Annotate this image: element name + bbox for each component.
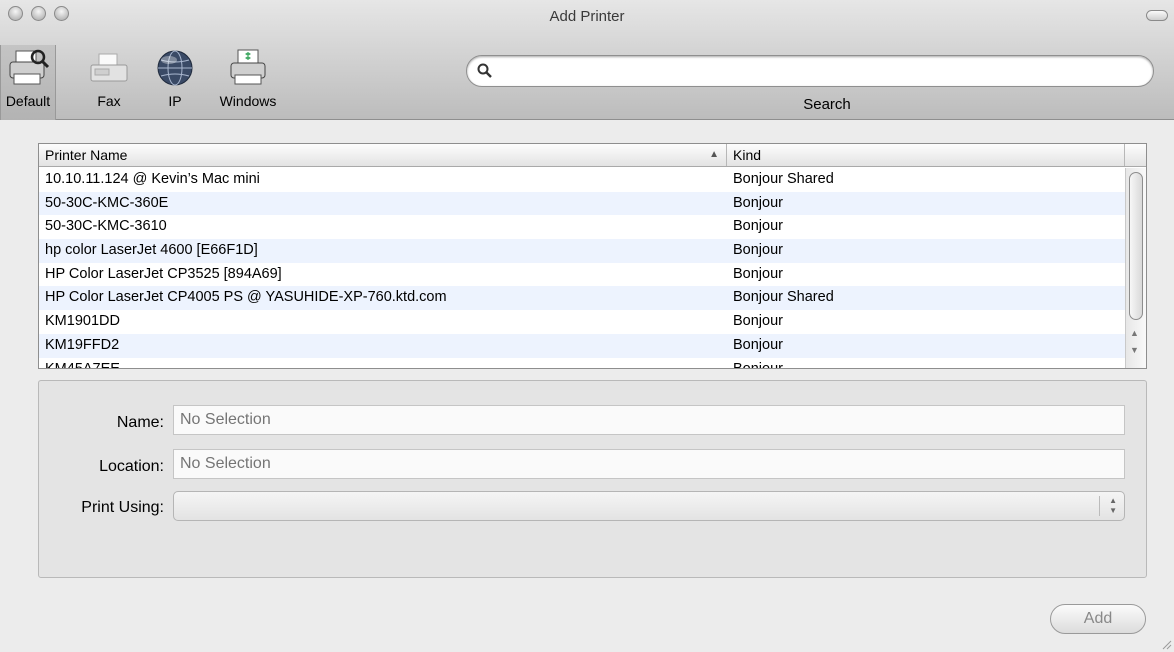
location-label: Location: bbox=[99, 458, 164, 475]
toolbar-ip-button[interactable]: IP bbox=[150, 45, 200, 109]
table-row[interactable]: KM45A7EE Bonjour bbox=[39, 358, 1125, 369]
sort-ascending-icon: ▲ bbox=[709, 149, 719, 160]
printer-kind-cell: Bonjour bbox=[733, 242, 783, 259]
toolbar-default-button[interactable]: Default bbox=[0, 45, 56, 120]
globe-icon bbox=[151, 45, 199, 91]
print-using-popup[interactable]: ▲ ▼ bbox=[173, 491, 1125, 521]
scroll-up-arrow-icon[interactable]: ▲ bbox=[1130, 328, 1139, 338]
column-header-printer-name-label: Printer Name bbox=[45, 147, 128, 163]
print-using-label: Print Using: bbox=[81, 499, 164, 516]
toolbar-fax-button[interactable]: Fax bbox=[84, 45, 134, 109]
table-row[interactable]: KM19FFD2 Bonjour bbox=[39, 333, 1125, 358]
scroll-down-arrow-icon[interactable]: ▼ bbox=[1130, 345, 1139, 355]
printer-name-cell: HP Color LaserJet CP3525 [894A69] bbox=[45, 265, 282, 282]
location-field[interactable] bbox=[173, 449, 1125, 479]
printer-name-cell: KM19FFD2 bbox=[45, 336, 120, 353]
printer-kind-cell: Bonjour bbox=[733, 265, 783, 282]
resize-grip-icon[interactable] bbox=[1160, 638, 1172, 650]
table-row[interactable]: HP Color LaserJet CP3525 [894A69] Bonjour bbox=[39, 263, 1125, 287]
table-body: 10.10.11.124 @ Kevin’s Mac mini Bonjour S… bbox=[39, 168, 1125, 368]
table-row[interactable]: HP Color LaserJet CP4005 PS @ YASUHIDE-X… bbox=[39, 286, 1125, 311]
search-label: Search bbox=[803, 96, 851, 113]
table-row[interactable]: 50-30C-KMC-3610 Bonjour bbox=[39, 215, 1125, 239]
table-row[interactable]: KM1901DD Bonjour bbox=[39, 310, 1125, 334]
toolbar-fax-label: Fax bbox=[97, 93, 121, 109]
search-field[interactable] bbox=[466, 55, 1154, 87]
printer-kind-cell: Bonjour bbox=[733, 194, 783, 211]
scrollbar-thumb[interactable] bbox=[1129, 172, 1143, 320]
printer-kind-cell: Bonjour bbox=[733, 358, 783, 369]
search-icon bbox=[477, 63, 492, 78]
name-label: Name: bbox=[116, 414, 164, 431]
windows-printer-icon bbox=[224, 45, 272, 91]
printer-details-panel: Name: Location: Print Using: ▲▼ bbox=[38, 380, 1147, 578]
table-row[interactable]: 50-30C-KMC-360E Bonjour bbox=[39, 191, 1125, 216]
toolbar-toggle-button[interactable] bbox=[1146, 10, 1168, 21]
printer-kind-cell: Bonjour bbox=[733, 218, 783, 235]
printer-list[interactable]: Printer Name ▲ Kind 10.10.11.124 @ Kevin… bbox=[38, 143, 1147, 369]
column-header-printer-name[interactable]: Printer Name ▲ bbox=[39, 144, 727, 166]
printer-name-cell: 50-30C-KMC-3610 bbox=[45, 218, 167, 235]
toolbar-ip-label: IP bbox=[168, 93, 182, 109]
toolbar-windows-button[interactable]: Windows bbox=[208, 45, 288, 109]
window-toolbar: Add Printer Default Fax IP Windows Searc… bbox=[0, 0, 1174, 120]
printer-kind-cell: Bonjour bbox=[733, 336, 783, 353]
popup-divider bbox=[1099, 496, 1100, 516]
name-field[interactable] bbox=[173, 405, 1125, 435]
printer-name-cell: 10.10.11.124 @ Kevin’s Mac mini bbox=[45, 171, 260, 187]
toolbar-windows-label: Windows bbox=[219, 93, 277, 109]
fax-icon bbox=[85, 45, 133, 91]
printer-name-cell: KM1901DD bbox=[45, 313, 120, 330]
printer-kind-cell: Bonjour bbox=[733, 313, 783, 330]
column-header-kind[interactable]: Kind bbox=[727, 144, 1125, 166]
printer-name-cell: 50-30C-KMC-360E bbox=[45, 194, 169, 211]
table-row[interactable]: 10.10.11.124 @ Kevin’s Mac mini Bonjour S… bbox=[39, 168, 1125, 192]
printer-name-cell: HP Color LaserJet CP4005 PS @ YASUHIDE-X… bbox=[45, 289, 447, 306]
add-button[interactable]: Add bbox=[1050, 604, 1146, 634]
search-input[interactable] bbox=[499, 61, 1139, 81]
table-header: Printer Name ▲ Kind bbox=[39, 144, 1146, 167]
column-header-kind-label: Kind bbox=[733, 147, 762, 163]
table-row[interactable]: hp color LaserJet 4600 [E66F1D] Bonjour bbox=[39, 239, 1125, 263]
printer-kind-cell: Bonjour Shared bbox=[733, 289, 834, 306]
default-printer-icon bbox=[4, 45, 52, 91]
window-title: Add Printer bbox=[549, 8, 625, 25]
printer-name-cell: KM45A7EE bbox=[45, 358, 120, 369]
toolbar-default-label: Default bbox=[5, 93, 51, 109]
printer-kind-cell: Bonjour Shared bbox=[733, 171, 834, 187]
up-down-arrows-icon: ▲ ▼ bbox=[1109, 496, 1117, 515]
vertical-scrollbar[interactable]: ▲ ▼ bbox=[1125, 168, 1146, 368]
printer-name-cell: hp color LaserJet 4600 [E66F1D] bbox=[45, 242, 258, 259]
